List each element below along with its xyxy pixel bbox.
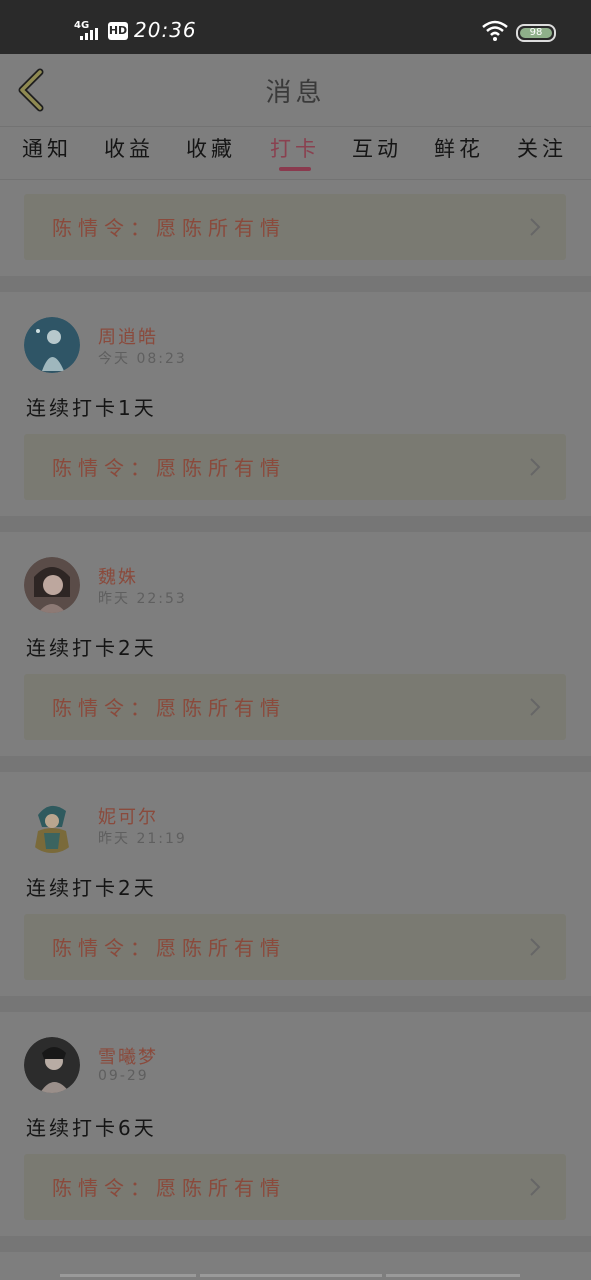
book-link[interactable]: 陈情令：愿陈所有情 <box>24 434 566 500</box>
avatar[interactable] <box>24 797 80 853</box>
book-link-text: 陈情令：愿陈所有情 <box>52 216 286 240</box>
chevron-right-icon <box>530 1178 541 1196</box>
book-link-text: 陈情令：愿陈所有情 <box>52 456 286 480</box>
checkin-text: 连续打卡1天 <box>26 396 157 420</box>
tab-bar: 通知 收益 收藏 打卡 互动 鲜花 关注 <box>0 126 591 180</box>
divider <box>0 516 591 532</box>
tab-follow[interactable]: 关注 <box>507 133 577 163</box>
checkin-time: 今天 08:23 <box>98 351 187 367</box>
user-name[interactable]: 妮可尔 <box>98 803 158 829</box>
checkin-text: 连续打卡2天 <box>26 636 157 660</box>
checkin-time: 昨天 21:19 <box>98 831 187 847</box>
divider <box>0 276 591 292</box>
signal-icon: 4G <box>74 20 104 42</box>
battery-level: 98 <box>529 27 543 38</box>
user-name[interactable]: 周逍皓 <box>98 323 158 349</box>
book-link-text: 陈情令：愿陈所有情 <box>52 936 286 960</box>
chevron-right-icon <box>530 218 541 236</box>
user-name[interactable]: 雪曦梦 <box>98 1043 158 1069</box>
status-bar: 4G HD 20:36 98 <box>0 0 591 54</box>
user-name[interactable]: 魏姝 <box>98 563 138 589</box>
book-link[interactable]: 陈情令：愿陈所有情 <box>24 674 566 740</box>
checkin-text: 连续打卡6天 <box>26 1116 157 1140</box>
book-link[interactable]: 陈情令：愿陈所有情 <box>24 1154 566 1220</box>
next-card-edge <box>60 1274 520 1277</box>
checkin-time: 09-29 <box>98 1068 149 1084</box>
wifi-icon <box>482 20 508 41</box>
tab-flowers[interactable]: 鲜花 <box>424 133 494 163</box>
book-link-text: 陈情令：愿陈所有情 <box>52 696 286 720</box>
hd-badge: HD <box>108 22 128 40</box>
avatar-image <box>24 317 80 373</box>
avatar[interactable] <box>24 317 80 373</box>
chevron-right-icon <box>530 938 541 956</box>
avatar-image <box>24 1037 80 1093</box>
page-title: 消息 <box>265 78 326 108</box>
book-link[interactable]: 陈情令：愿陈所有情 <box>24 194 566 260</box>
book-link[interactable]: 陈情令：愿陈所有情 <box>24 914 566 980</box>
avatar-image <box>24 797 80 853</box>
divider <box>0 996 591 1012</box>
tab-checkin[interactable]: 打卡 <box>260 133 330 163</box>
book-link-text: 陈情令：愿陈所有情 <box>52 1176 286 1200</box>
chevron-right-icon <box>530 458 541 476</box>
divider <box>0 1236 591 1252</box>
header: 消息 <box>0 54 591 126</box>
battery-icon: 98 <box>516 24 556 42</box>
checkin-text: 连续打卡2天 <box>26 876 157 900</box>
checkin-time: 昨天 22:53 <box>98 591 187 607</box>
tab-interaction[interactable]: 互动 <box>342 133 412 163</box>
clock: 20:36 <box>134 18 197 42</box>
tab-notice[interactable]: 通知 <box>12 133 82 163</box>
divider <box>0 756 591 772</box>
avatar-image <box>24 557 80 613</box>
chevron-right-icon <box>530 698 541 716</box>
active-tab-indicator <box>279 167 311 171</box>
tab-earnings[interactable]: 收益 <box>94 133 164 163</box>
avatar[interactable] <box>24 557 80 613</box>
avatar[interactable] <box>24 1037 80 1093</box>
tab-favorites[interactable]: 收藏 <box>176 133 246 163</box>
